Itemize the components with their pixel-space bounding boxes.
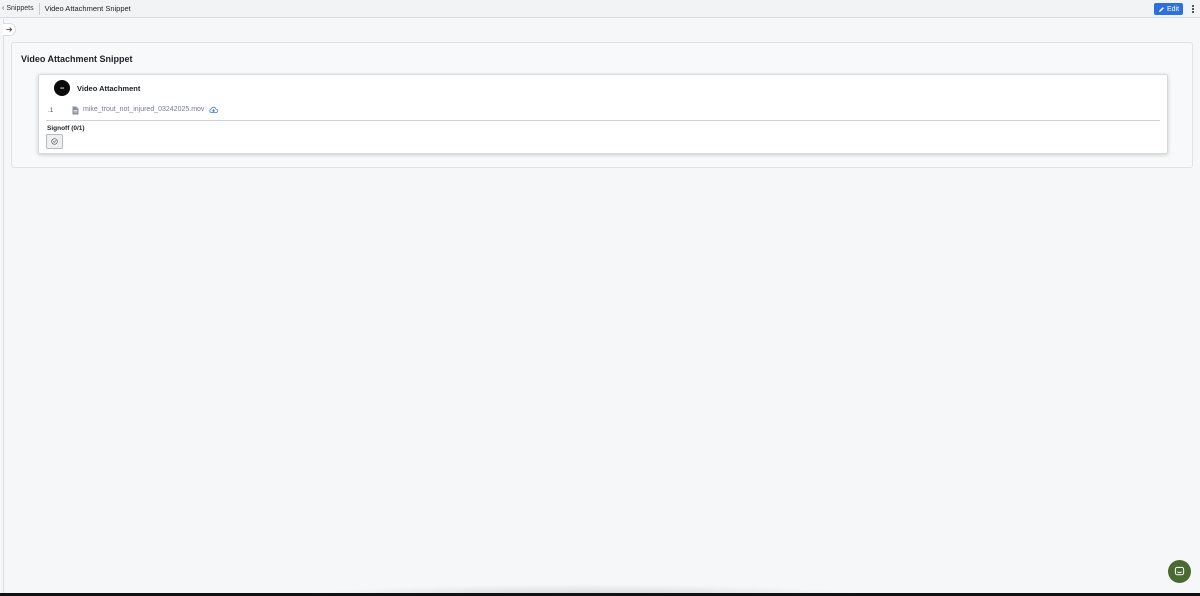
back-link-label: Snippets	[6, 5, 34, 12]
chat-icon	[1174, 566, 1185, 576]
chevron-left-icon: ‹	[2, 5, 5, 12]
expand-sidebar-button[interactable]	[3, 23, 16, 36]
file-icon	[72, 106, 79, 115]
more-dot	[1192, 11, 1194, 14]
breadcrumb: ‹ Snippets Video Attachment Snippet	[0, 0, 131, 18]
snippet-container: Video Attachment Snippet -- Video Attach…	[11, 42, 1193, 168]
type-badge: --	[54, 80, 70, 96]
more-options-button[interactable]	[1189, 2, 1197, 16]
signoff-button[interactable]	[46, 134, 63, 149]
more-dot	[1192, 8, 1194, 10]
more-vertical-icon	[1192, 4, 1194, 7]
cloud-download-icon[interactable]	[209, 106, 218, 114]
edit-button[interactable]: Edit	[1154, 3, 1183, 15]
card-title: Video Attachment	[77, 84, 141, 93]
chat-launcher-button[interactable]	[1168, 560, 1191, 583]
check-circle-icon	[51, 138, 58, 145]
back-to-snippets-link[interactable]: ‹ Snippets	[0, 0, 39, 18]
arrow-right-icon	[5, 27, 12, 32]
signoff-label: Signoff (0/1)	[47, 125, 85, 132]
video-attachment-card: -- Video Attachment .1 mike_trout_not_in…	[38, 74, 1168, 154]
row-index: .1	[48, 107, 54, 114]
divider	[46, 120, 1160, 121]
left-rail	[3, 19, 4, 596]
snippet-title: Video Attachment Snippet	[21, 54, 133, 64]
top-bar: ‹ Snippets Video Attachment Snippet Edit	[0, 0, 1200, 18]
page-title: Video Attachment Snippet	[44, 4, 131, 13]
breadcrumb-divider	[38, 2, 40, 15]
pencil-icon	[1159, 6, 1164, 12]
attachment-file-name[interactable]: mike_trout_not_injured_03242025.mov	[83, 106, 204, 113]
edit-button-label: Edit	[1166, 5, 1180, 13]
